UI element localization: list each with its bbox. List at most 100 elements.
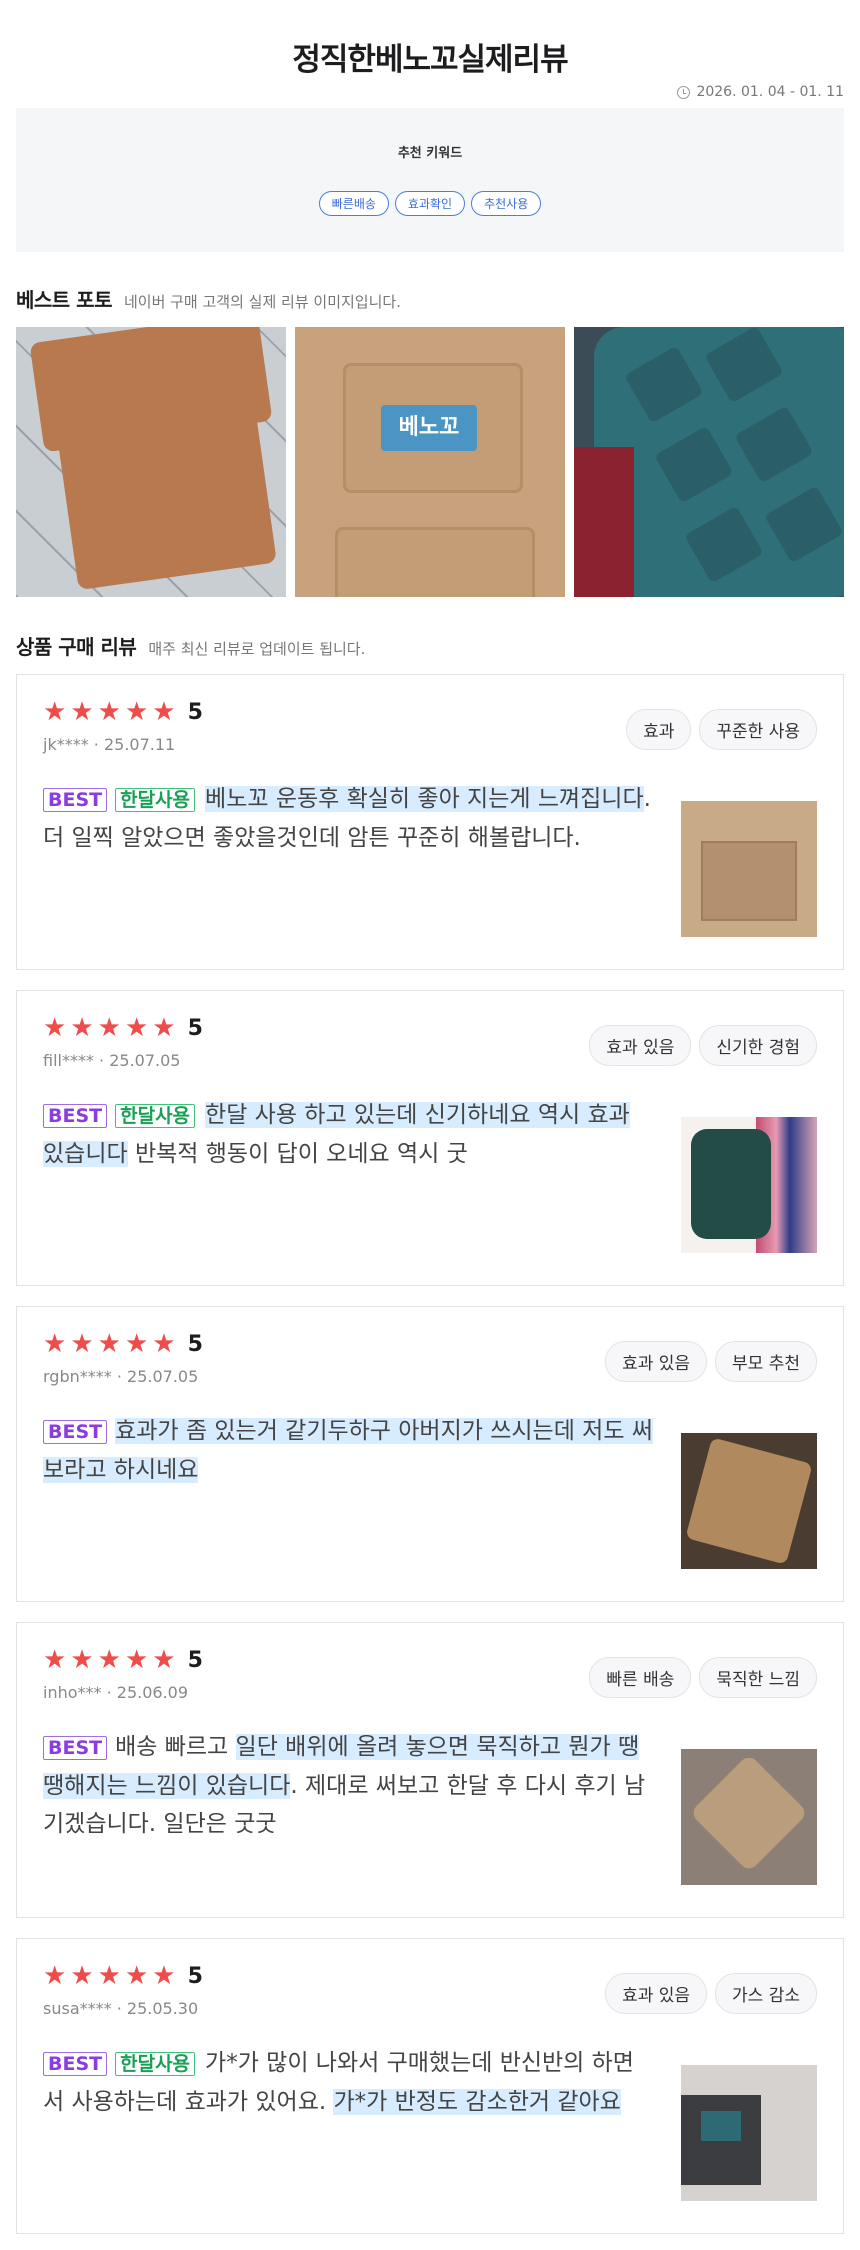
review-text: BEST 배송 빠르고 일단 배위에 올려 놓으면 묵직하고 뭔가 땡땡해지는 느… bbox=[43, 1728, 653, 1843]
page: 정직한베노꼬실제리뷰 2026. 01. 04 - 01. 11 추천 키워드 … bbox=[0, 0, 860, 2234]
reviewer-id: jk**** bbox=[43, 735, 89, 754]
review-card: ★ ★ ★ ★ ★ 5 jk**** · 25.07.11 효과 꾸준한 사용 BEST… bbox=[16, 674, 844, 970]
best-photo-1[interactable] bbox=[16, 327, 286, 597]
review-photo[interactable] bbox=[681, 1117, 817, 1253]
keyword-chip[interactable]: 효과확인 bbox=[394, 191, 466, 216]
review-highlight: 베노꼬 운동후 확실히 좋아 지는게 느껴집니다 bbox=[205, 786, 644, 812]
star-icon: ★ bbox=[152, 1329, 176, 1359]
keyword-chip[interactable]: 빠른배송 bbox=[318, 191, 389, 216]
clock-icon bbox=[677, 85, 691, 99]
review-tags: 효과 있음 부모 추천 bbox=[605, 1341, 817, 1382]
best-photo-title: 베스트 포토 bbox=[16, 288, 112, 312]
review-tag: 빠른 배송 bbox=[589, 1657, 692, 1698]
keyword-chip[interactable]: 추천사용 bbox=[471, 191, 542, 216]
star-icon: ★ bbox=[43, 697, 67, 727]
reviewer-id: susa**** bbox=[43, 1999, 112, 2018]
reviewer-id: fill**** bbox=[43, 1051, 94, 1070]
star-icon: ★ bbox=[70, 1645, 94, 1675]
star-icon: ★ bbox=[70, 697, 94, 727]
star-icon: ★ bbox=[97, 1645, 121, 1675]
product-label: 베노꼬 bbox=[381, 405, 477, 451]
star-icon: ★ bbox=[124, 1329, 149, 1359]
page-title: 정직한베노꼬실제리뷰 bbox=[292, 42, 568, 78]
review-photo[interactable] bbox=[681, 2065, 817, 2201]
review-card: ★ ★ ★ ★ ★ 5 susa**** · 25.05.30 효과 있음 가스 감소 … bbox=[16, 1938, 844, 2234]
review-text-pre: 배송 빠르고 bbox=[115, 1734, 236, 1760]
best-badge: BEST bbox=[43, 788, 108, 812]
reviewer-id: rgbn**** bbox=[43, 1367, 112, 1386]
review-tag: 효과 있음 bbox=[589, 1025, 692, 1066]
review-tag: 효과 있음 bbox=[605, 1341, 708, 1382]
date-range: 2026. 01. 04 - 01. 11 bbox=[16, 76, 844, 108]
best-photo-subtitle: 네이버 구매 고객의 실제 리뷰 이미지입니다. bbox=[123, 293, 401, 311]
rating-score: 5 bbox=[187, 1647, 203, 1673]
star-icon: ★ bbox=[43, 1645, 67, 1675]
review-tags: 효과 있음 신기한 경험 bbox=[589, 1025, 817, 1066]
review-tag: 신기한 경험 bbox=[699, 1025, 817, 1066]
star-icon: ★ bbox=[70, 1329, 94, 1359]
review-text: BEST 효과가 좀 있는거 같기두하구 아버지가 쓰시는데 저도 써보라고 하시… bbox=[43, 1412, 653, 1489]
review-tag: 꾸준한 사용 bbox=[699, 709, 817, 750]
keyword-chips: 빠른배송 효과확인 추천사용 bbox=[16, 191, 844, 216]
star-icon: ★ bbox=[97, 1329, 121, 1359]
month-use-badge: 한달사용 bbox=[115, 788, 196, 812]
reviewer-id: inho*** bbox=[43, 1683, 102, 1702]
star-icon: ★ bbox=[43, 1013, 67, 1043]
star-icon: ★ bbox=[70, 1013, 94, 1043]
review-date: 25.07.11 bbox=[103, 735, 176, 754]
best-badge: BEST bbox=[43, 1736, 108, 1760]
best-badge: BEST bbox=[43, 1104, 108, 1128]
best-badge: BEST bbox=[43, 1420, 108, 1444]
star-icon: ★ bbox=[124, 1013, 149, 1043]
rating-score: 5 bbox=[187, 1963, 203, 1989]
review-card: ★ ★ ★ ★ ★ 5 rgbn**** · 25.07.05 효과 있음 부모 추천 … bbox=[16, 1306, 844, 1602]
star-icon: ★ bbox=[97, 1961, 121, 1991]
reviews-header: 상품 구매 리뷰 매주 최신 리뷰로 업데이트 됩니다. bbox=[16, 631, 844, 660]
review-date: 25.05.30 bbox=[126, 1999, 199, 2018]
review-tags: 빠른 배송 묵직한 느낌 bbox=[589, 1657, 817, 1698]
review-date: 25.07.05 bbox=[109, 1051, 181, 1070]
star-icon: ★ bbox=[152, 1013, 176, 1043]
review-photo[interactable] bbox=[681, 1749, 817, 1885]
reviews-title: 상품 구매 리뷰 bbox=[16, 635, 137, 659]
review-card: ★ ★ ★ ★ ★ 5 inho*** · 25.06.09 빠른 배송 묵직한 느낌 … bbox=[16, 1622, 844, 1918]
review-photo[interactable] bbox=[681, 801, 817, 937]
reviews-subtitle: 매주 최신 리뷰로 업데이트 됩니다. bbox=[148, 640, 366, 658]
recommended-keywords-panel: 추천 키워드 빠른배송 효과확인 추천사용 bbox=[16, 108, 844, 252]
rating-score: 5 bbox=[187, 699, 203, 725]
review-highlight: 효과가 좀 있는거 같기두하구 아버지가 쓰시는데 저도 써보라고 하시네요 bbox=[43, 1418, 653, 1483]
review-text: BEST 한달사용 가*가 많이 나와서 구매했는데 반신반의 하면서 사용하는데 … bbox=[43, 2044, 653, 2121]
review-highlight: 가*가 반정도 감소한거 같아요 bbox=[333, 2089, 621, 2115]
review-tag: 효과 있음 bbox=[605, 1973, 708, 2014]
review-card: ★ ★ ★ ★ ★ 5 fill**** · 25.07.05 효과 있음 신기한 경험… bbox=[16, 990, 844, 1286]
star-icon: ★ bbox=[152, 1645, 176, 1675]
review-tags: 효과 있음 가스 감소 bbox=[605, 1973, 817, 2014]
star-icon: ★ bbox=[152, 697, 176, 727]
review-tag: 묵직한 느낌 bbox=[699, 1657, 817, 1698]
best-badge: BEST bbox=[43, 2052, 108, 2076]
star-icon: ★ bbox=[97, 1013, 121, 1043]
star-icon: ★ bbox=[124, 1645, 149, 1675]
review-date: 25.06.09 bbox=[116, 1683, 189, 1702]
month-use-badge: 한달사용 bbox=[115, 2052, 196, 2076]
star-icon: ★ bbox=[97, 697, 121, 727]
review-date: 25.07.05 bbox=[127, 1367, 199, 1386]
star-icon: ★ bbox=[70, 1961, 94, 1991]
star-icon: ★ bbox=[124, 1961, 149, 1991]
star-icon: ★ bbox=[43, 1961, 67, 1991]
review-text: BEST 한달사용 한달 사용 하고 있는데 신기하네요 역시 효과 있습니다 반복… bbox=[43, 1096, 653, 1173]
review-photo[interactable] bbox=[681, 1433, 817, 1569]
rating-score: 5 bbox=[187, 1331, 203, 1357]
month-use-badge: 한달사용 bbox=[115, 1104, 196, 1128]
date-range-text: 2026. 01. 04 - 01. 11 bbox=[696, 84, 844, 100]
review-text: BEST 한달사용 베노꼬 운동후 확실히 좋아 지는게 느껴집니다. 더 일찍 알… bbox=[43, 780, 653, 857]
review-tag: 부모 추천 bbox=[715, 1341, 817, 1382]
star-icon: ★ bbox=[152, 1961, 176, 1991]
keywords-title: 추천 키워드 bbox=[397, 146, 463, 161]
best-photo-2[interactable]: 베노꼬 bbox=[295, 327, 565, 597]
review-tags: 효과 꾸준한 사용 bbox=[626, 709, 817, 750]
rating-score: 5 bbox=[187, 1015, 203, 1041]
review-tag: 효과 bbox=[626, 709, 692, 750]
best-photo-3[interactable] bbox=[574, 327, 844, 597]
star-icon: ★ bbox=[124, 697, 149, 727]
